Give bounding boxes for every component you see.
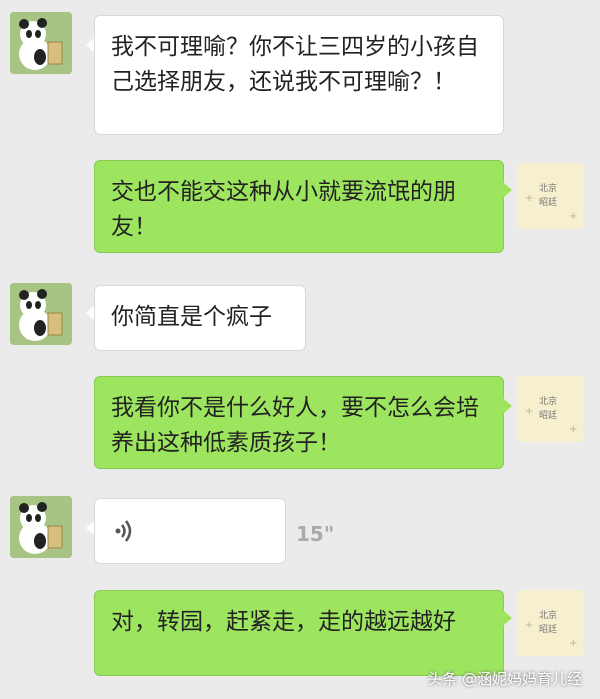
voice-message-bubble[interactable] [94,498,286,564]
panda-avatar-icon[interactable] [10,283,72,345]
bubble-tail [503,610,512,626]
message-bubble-2[interactable]: 交也不能交这种从小就要流氓的朋友！ [94,160,504,253]
message-bubble-3[interactable]: 你简直是个疯子 [94,285,306,351]
avatar-text-1: 北京 [539,182,557,194]
message-bubble-6[interactable]: 对，转园，赶紧走，走的越远越好 [94,590,504,676]
avatar-text-2: 昭廷 [539,623,557,635]
voice-duration: 15" [296,522,335,546]
avatar-text-1: 北京 [539,609,557,621]
bubble-tail [503,398,512,414]
svg-text:+: + [569,638,577,649]
svg-text:+: + [525,406,533,417]
svg-text:+: + [525,620,533,631]
svg-text:+: + [569,211,577,222]
svg-text:+: + [569,424,577,435]
message-bubble-1[interactable]: 我不可理喻？你不让三四岁的小孩自己选择朋友，还说我不可理喻？！ [94,15,504,135]
sticky-note-avatar-icon[interactable]: 北京 昭廷 + + [517,376,583,442]
sticky-note-avatar-icon[interactable]: 北京 昭廷 + + [517,590,583,656]
voice-waves-icon [113,517,137,556]
avatar-text-2: 昭廷 [539,409,557,421]
watermark: 头条 @涵妮妈妈育儿经 [427,670,582,688]
avatar-text-1: 北京 [539,395,557,407]
panda-avatar-icon[interactable] [10,496,72,558]
avatar-text-2: 昭廷 [539,196,557,208]
panda-avatar-icon[interactable] [10,12,72,74]
message-bubble-4[interactable]: 我看你不是什么好人，要不怎么会培养出这种低素质孩子！ [94,376,504,469]
svg-text:+: + [525,193,533,204]
sticky-note-avatar-icon[interactable]: 北京 昭廷 + + [517,163,583,229]
bubble-tail [503,182,512,198]
